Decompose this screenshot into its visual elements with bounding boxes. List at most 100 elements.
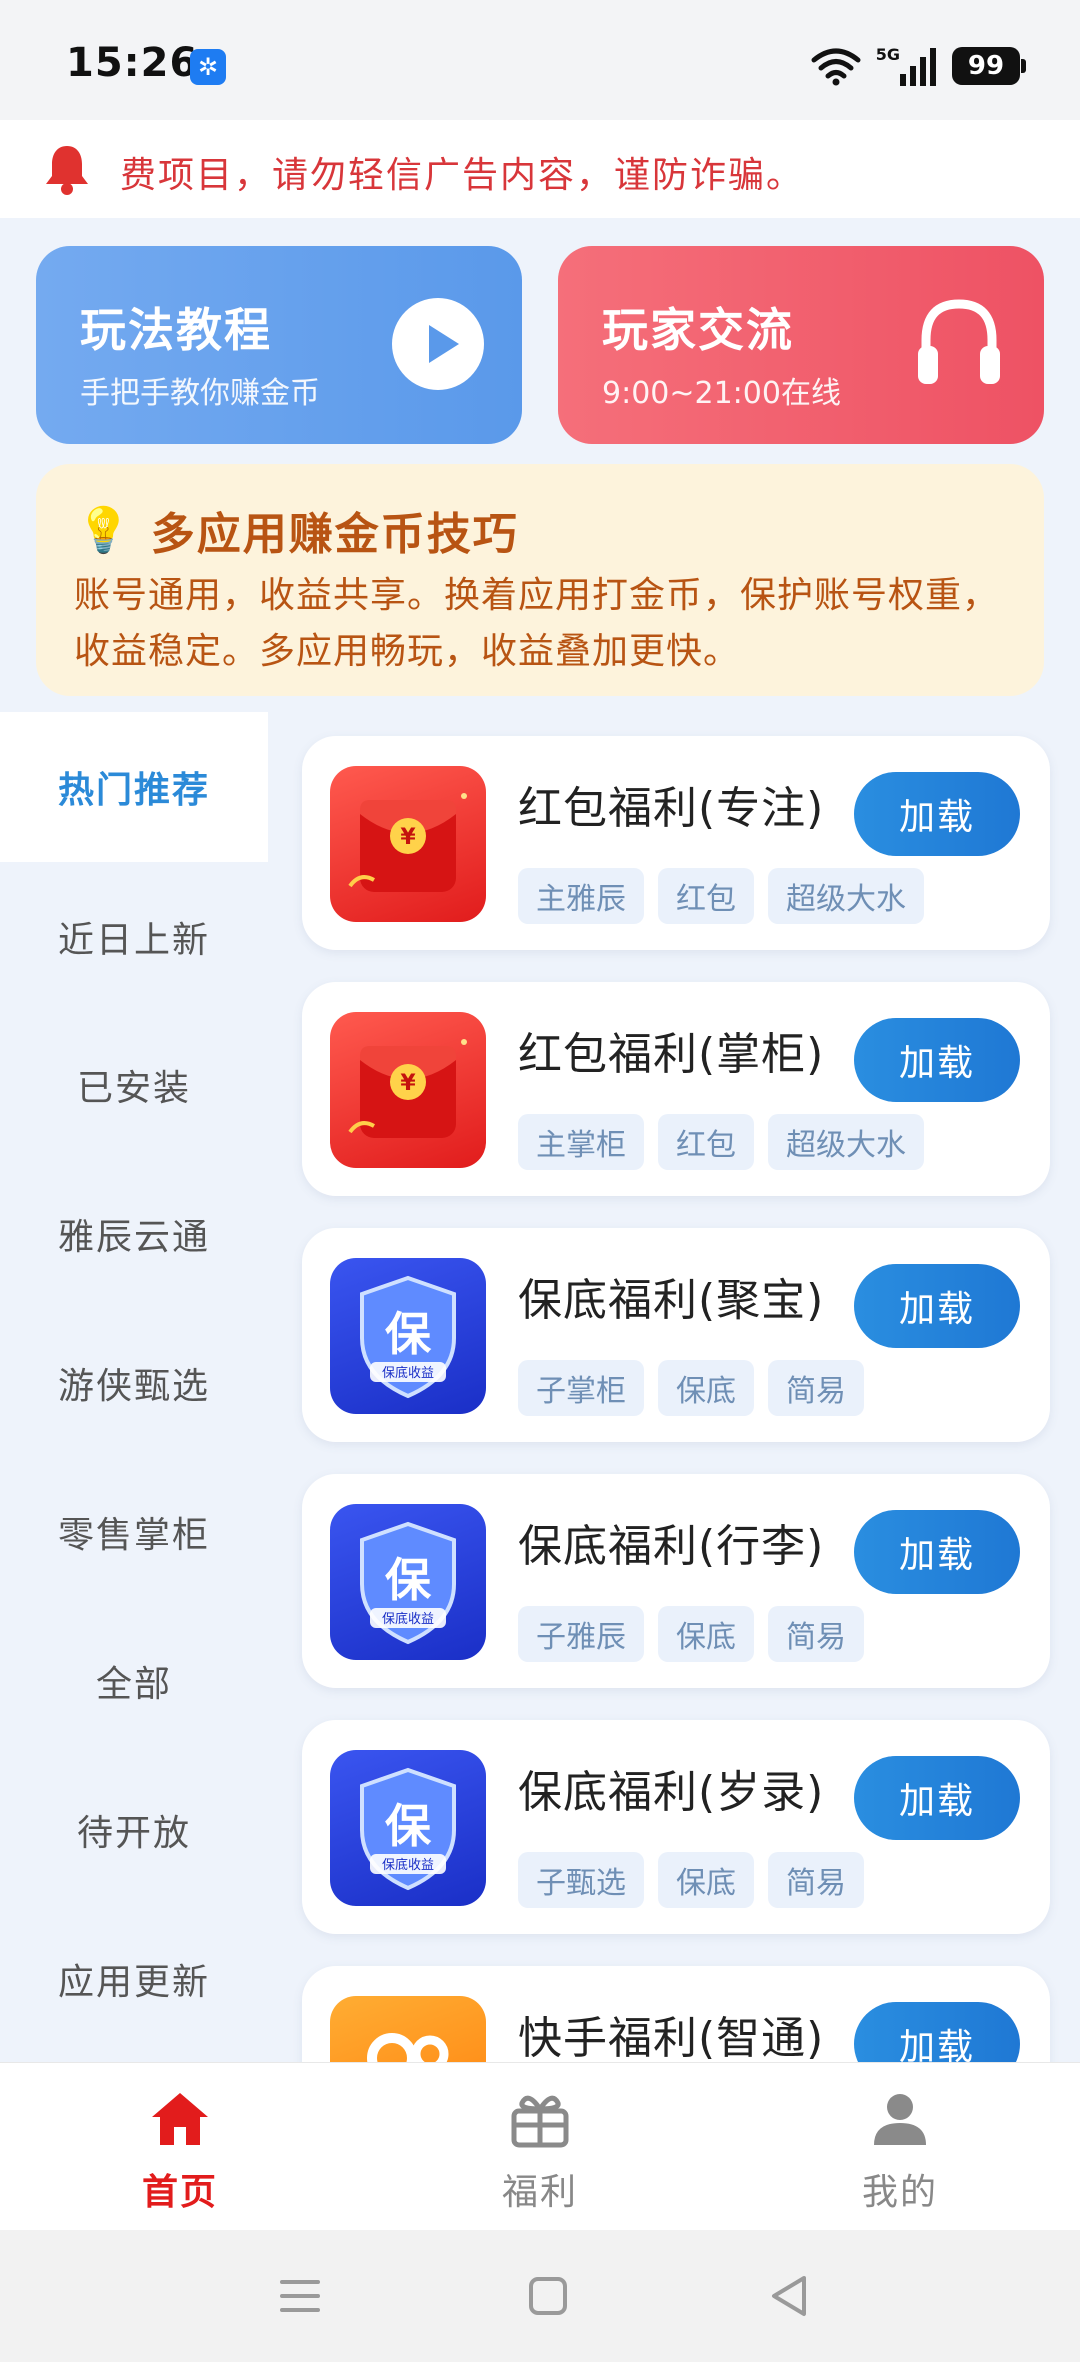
app-card[interactable]: ¥ 红包福利(掌柜) 主掌柜 红包 超级大水 加载 (302, 982, 1050, 1196)
tutorial-title: 玩法教程 (80, 303, 272, 357)
status-indicators: 5G 99 (810, 44, 1026, 88)
shield-glyph: 保 (385, 1307, 432, 1361)
app-tags: 子掌柜 保底 简易 (518, 1360, 864, 1416)
load-button[interactable]: 加载 (854, 772, 1020, 856)
notice-bar: 费项目，请勿轻信广告内容，谨防诈骗。 (0, 120, 1080, 218)
network-type-label: 5G (875, 44, 900, 64)
app-tag: 红包 (658, 868, 754, 924)
nav-welfare-label: 福利 (501, 2172, 578, 2213)
shield-caption: 保底收益 (382, 1365, 434, 1381)
red-envelope-icon: ¥ (330, 1012, 486, 1168)
back-icon[interactable] (760, 2266, 820, 2326)
load-button[interactable]: 加载 (854, 1756, 1020, 1840)
shield-caption: 保底收益 (382, 1857, 434, 1873)
shield-icon: 保 保底收益 (330, 1258, 486, 1414)
app-name: 保底福利(岁录) (518, 1767, 825, 1818)
shield-caption: 保底收益 (382, 1611, 434, 1627)
app-card[interactable]: 保 保底收益 保底福利(行李) 子雅辰 保底 简易 加载 (302, 1474, 1050, 1688)
app-name: 红包福利(专注) (518, 783, 825, 834)
app-name: 保底福利(聚宝) (518, 1275, 825, 1326)
bell-icon (46, 146, 88, 195)
sidebar-item-new[interactable]: 近日上新 (0, 862, 268, 1012)
wifi-icon (811, 48, 861, 86)
signal-icon (900, 48, 936, 86)
load-button[interactable]: 加载 (854, 2002, 1020, 2062)
app-name: 红包福利(掌柜) (518, 1029, 825, 1080)
sidebar-item-youxia[interactable]: 游侠甄选 (0, 1308, 268, 1458)
load-button[interactable]: 加载 (854, 1264, 1020, 1348)
app-tag: 主雅辰 (518, 868, 644, 924)
sidebar-item-pending[interactable]: 待开放 (0, 1755, 268, 1905)
app-tag: 保底 (658, 1852, 754, 1908)
app-name: 保底福利(行李) (518, 1521, 825, 1572)
load-button[interactable]: 加载 (854, 1018, 1020, 1102)
nav-home[interactable]: 首页 (80, 2063, 280, 2231)
app-tags: 主雅辰 红包 超级大水 (518, 868, 924, 924)
lightbulb-icon: 💡 (76, 505, 133, 556)
sidebar-item-updates[interactable]: 应用更新 (0, 1904, 268, 2054)
tutorial-card[interactable]: 玩法教程 手把手教你赚金币 (36, 246, 522, 444)
shield-glyph: 保 (385, 1553, 432, 1607)
bottom-nav: 首页 福利 我的 (0, 2062, 1080, 2230)
load-button[interactable]: 加载 (854, 1510, 1020, 1594)
nav-welfare[interactable]: 福利 (440, 2063, 640, 2231)
gift-icon (511, 2095, 569, 2148)
sidebar-item-yachen[interactable]: 雅辰云通 (0, 1159, 268, 1309)
yuan-symbol: ¥ (400, 825, 416, 850)
app-name: 快手福利(智通) (518, 2013, 825, 2062)
notice-text: 费项目，请勿轻信广告内容，谨防诈骗。 (120, 155, 805, 196)
tutorial-subtitle: 手把手教你赚金币 (80, 376, 320, 411)
red-envelope-icon: ¥ (330, 766, 486, 922)
shield-icon: 保 保底收益 (330, 1750, 486, 1906)
app-tag: 超级大水 (768, 868, 924, 924)
app-tag: 红包 (658, 1114, 754, 1170)
sidebar-item-retail[interactable]: 零售掌柜 (0, 1457, 268, 1607)
tips-heading: 💡 多应用赚金币技巧 (76, 498, 519, 562)
app-tags: 主掌柜 红包 超级大水 (518, 1114, 924, 1170)
app-tag: 主掌柜 (518, 1114, 644, 1170)
system-nav-bar (0, 2230, 1080, 2362)
app-tag: 超级大水 (768, 1114, 924, 1170)
tips-title: 多应用赚金币技巧 (150, 509, 519, 560)
status-bar: 15:26 ✲ 5G 99 (0, 0, 1080, 120)
sidebar-item-hot[interactable]: 热门推荐 (0, 712, 268, 862)
nav-profile[interactable]: 我的 (800, 2063, 1000, 2231)
app-card[interactable]: ¥ 红包福利(专注) 主雅辰 红包 超级大水 加载 (302, 736, 1050, 950)
kuaishou-icon (330, 1996, 486, 2062)
app-tag: 子雅辰 (518, 1606, 644, 1662)
app-tag: 简易 (768, 1606, 864, 1662)
nav-profile-label: 我的 (861, 2172, 938, 2213)
headset-icon (918, 299, 1000, 384)
app-tag: 子甄选 (518, 1852, 644, 1908)
nav-home-label: 首页 (141, 2172, 218, 2213)
tips-panel: 💡 多应用赚金币技巧 账号通用，收益共享。换着应用打金币，保护账号权重，收益稳定… (36, 464, 1044, 696)
app-tag: 简易 (768, 1360, 864, 1416)
app-tag: 简易 (768, 1852, 864, 1908)
home-icon (152, 2093, 208, 2145)
app-card[interactable]: 保 保底收益 保底福利(聚宝) 子掌柜 保底 简易 加载 (302, 1228, 1050, 1442)
player-chat-card[interactable]: 玩家交流 9:00~21:00在线 (558, 246, 1044, 444)
play-icon (392, 298, 484, 390)
app-tags: 子甄选 保底 简易 (518, 1852, 864, 1908)
sidebar-item-installed[interactable]: 已安装 (0, 1010, 268, 1160)
menu-icon[interactable] (270, 2266, 330, 2326)
app-tags: 子雅辰 保底 简易 (518, 1606, 864, 1662)
shield-icon: 保 保底收益 (330, 1504, 486, 1660)
app-tag: 保底 (658, 1360, 754, 1416)
tips-body: 账号通用，收益共享。换着应用打金币，保护账号权重，收益稳定。多应用畅玩，收益叠加… (74, 575, 1000, 672)
status-time: 15:26 (66, 40, 199, 86)
chat-subtitle: 9:00~21:00在线 (602, 376, 841, 411)
chat-title: 玩家交流 (602, 303, 794, 357)
sidebar-item-all[interactable]: 全部 (0, 1606, 268, 1756)
battery-icon: 99 (952, 47, 1026, 85)
app-card[interactable]: 快手福利(智通) 加载 (302, 1966, 1050, 2062)
category-sidebar: 热门推荐 近日上新 已安装 雅辰云通 游侠甄选 零售掌柜 全部 待开放 应用更新 (0, 712, 268, 2062)
app-tag: 子掌柜 (518, 1360, 644, 1416)
app-list: ¥ 红包福利(专注) 主雅辰 红包 超级大水 加载 ¥ 红包福利(掌柜) 主掌柜… (268, 712, 1080, 2062)
user-icon (874, 2094, 926, 2145)
app-tag: 保底 (658, 1606, 754, 1662)
shield-glyph: 保 (385, 1799, 432, 1853)
home-square-icon[interactable] (518, 2266, 578, 2326)
app-card[interactable]: 保 保底收益 保底福利(岁录) 子甄选 保底 简易 加载 (302, 1720, 1050, 1934)
yuan-symbol: ¥ (400, 1071, 416, 1096)
